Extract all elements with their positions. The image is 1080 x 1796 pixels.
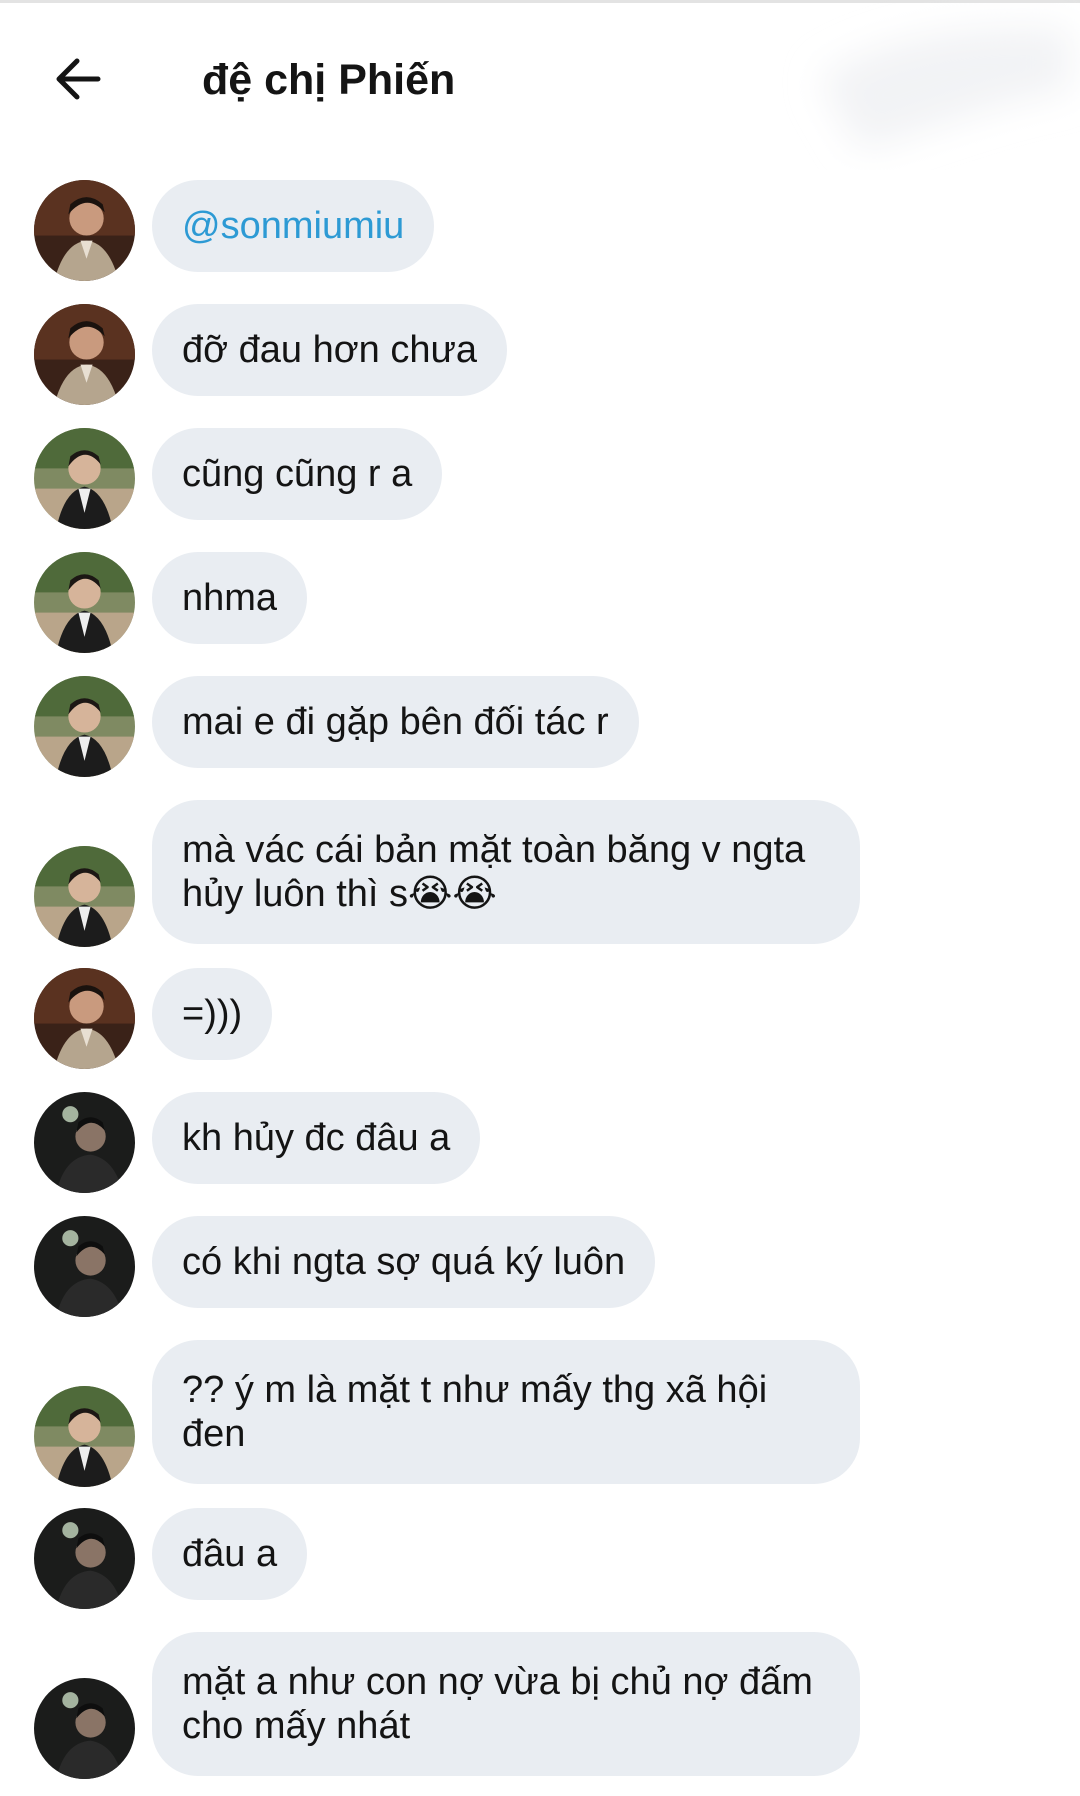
avatar-a-icon: [34, 968, 135, 1069]
message-bubble: mặt a như con nợ vừa bị chủ nợ đấm cho m…: [152, 1632, 860, 1776]
avatar[interactable]: [34, 180, 135, 281]
message-bubble: ?? ý m là mặt t như mấy thg xã hội đen: [152, 1340, 860, 1484]
avatar[interactable]: [34, 676, 135, 777]
avatar[interactable]: [34, 304, 135, 405]
avatar[interactable]: [34, 1386, 135, 1487]
message-text: nhma: [182, 577, 278, 619]
avatar[interactable]: [34, 968, 135, 1069]
message-text: mà vác cái bản mặt toàn băng v ngta: [182, 829, 806, 871]
avatar[interactable]: [34, 1508, 135, 1609]
message-text: cho mấy nhát: [182, 1705, 411, 1747]
message-text: đen: [182, 1413, 246, 1455]
avatar-b-icon: [34, 428, 135, 529]
message-text: có khi ngta sợ quá ký luôn: [182, 1241, 626, 1283]
message-text: =))): [182, 993, 243, 1035]
message-text: đỡ đau hơn chưa: [182, 329, 478, 371]
avatar-b-icon: [34, 676, 135, 777]
message-text: ?? ý m là mặt t như mấy thg xã hội: [182, 1369, 768, 1411]
message-text: hủy luôn thì s😭😭: [182, 873, 497, 915]
avatar-c-icon: [34, 1092, 135, 1193]
avatar[interactable]: [34, 846, 135, 947]
avatar-b-icon: [34, 552, 135, 653]
message-bubble: mà vác cái bản mặt toàn băng v ngta hủy …: [152, 800, 860, 944]
message-bubble: @sonmiumiu: [152, 180, 435, 272]
message-text: kh hủy đc đâu a: [182, 1117, 451, 1159]
message-bubble: cũng cũng r a: [152, 428, 443, 520]
message-bubble: nhma: [152, 552, 308, 644]
avatar-a-icon: [34, 180, 135, 281]
avatar[interactable]: [34, 428, 135, 529]
message-text: đâu a: [182, 1533, 278, 1575]
avatar-b-icon: [34, 846, 135, 947]
avatar-c-icon: [34, 1508, 135, 1609]
message-bubble: có khi ngta sợ quá ký luôn: [152, 1216, 656, 1308]
avatar[interactable]: [34, 1092, 135, 1193]
message-list: @sonmiumiu đỡ đau hơn chưa cũng cũng r a…: [0, 0, 1080, 1796]
avatar-a-icon: [34, 304, 135, 405]
avatar-b-icon: [34, 1386, 135, 1487]
avatar[interactable]: [34, 1216, 135, 1317]
message-text: mặt a như con nợ vừa bị chủ nợ đấm: [182, 1661, 813, 1703]
message-bubble: mai e đi gặp bên đối tác r: [152, 676, 639, 768]
avatar-c-icon: [34, 1678, 135, 1779]
message-text: cũng cũng r a: [182, 453, 413, 495]
message-bubble: đâu a: [152, 1508, 308, 1600]
avatar[interactable]: [34, 552, 135, 653]
avatar-c-icon: [34, 1216, 135, 1317]
message-text: mai e đi gặp bên đối tác r: [182, 701, 609, 743]
message-bubble: =))): [152, 968, 273, 1060]
message-bubble: kh hủy đc đâu a: [152, 1092, 481, 1184]
avatar[interactable]: [34, 1678, 135, 1779]
mention-link[interactable]: @sonmiumiu: [182, 204, 404, 248]
message-bubble: đỡ đau hơn chưa: [152, 304, 508, 396]
